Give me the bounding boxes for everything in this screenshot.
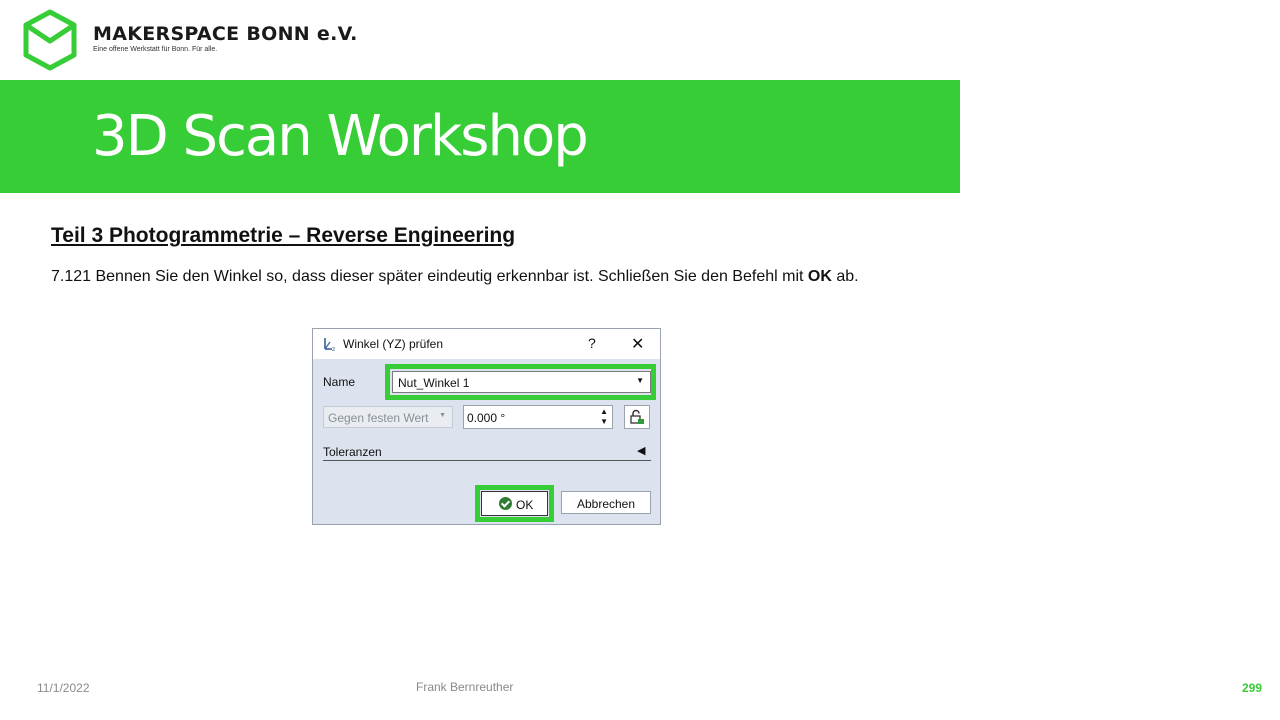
comparison-mode-combobox: Gegen festen Wert ▼ <box>323 406 453 428</box>
angle-value-input[interactable]: 0.000 ° ▲ ▼ <box>463 405 613 429</box>
section-title: Teil 3 Photogrammetrie – Reverse Enginee… <box>51 224 516 247</box>
name-label: Name <box>323 375 356 389</box>
slide-title: 3D Scan Workshop <box>92 104 589 169</box>
chevron-down-icon[interactable]: ▼ <box>636 376 644 385</box>
dialog-titlebar: z Winkel (YZ) prüfen ? ✕ <box>313 329 660 359</box>
dialog-title: Winkel (YZ) prüfen <box>343 337 444 351</box>
spin-down-icon[interactable]: ▼ <box>600 417 608 426</box>
help-button[interactable]: ? <box>588 335 596 351</box>
angle-value: 0.000 ° <box>467 411 506 425</box>
cancel-button-label: Abbrechen <box>576 497 636 511</box>
tolerances-divider <box>323 460 651 461</box>
expand-tolerances-icon[interactable]: ◀ <box>637 444 645 457</box>
instruction-suffix: ab. <box>831 268 859 285</box>
name-combobox[interactable]: Nut_Winkel 1 ▼ <box>392 371 651 393</box>
angle-check-dialog: z Winkel (YZ) prüfen ? ✕ Name Nut_Winkel… <box>312 328 661 525</box>
name-value: Nut_Winkel 1 <box>398 376 470 390</box>
spin-up-icon[interactable]: ▲ <box>600 407 608 416</box>
tolerances-label: Toleranzen <box>323 445 382 459</box>
lock-toggle-button[interactable] <box>624 405 650 429</box>
mode-value: Gegen festen Wert <box>328 411 429 425</box>
ok-button[interactable]: OK <box>481 491 548 516</box>
instruction-text: 7.121 Bennen Sie den Winkel so, dass die… <box>51 268 859 286</box>
instruction-emphasis: OK <box>807 268 832 285</box>
close-button[interactable]: ✕ <box>631 334 644 354</box>
page-number: 299 <box>1242 681 1263 695</box>
ok-button-label: OK <box>516 498 534 512</box>
angle-yz-icon: z <box>324 338 335 352</box>
unlock-icon <box>630 409 644 424</box>
instruction-main: 7.121 Bennen Sie den Winkel so, dass die… <box>51 268 808 285</box>
cancel-button[interactable]: Abbrechen <box>561 491 651 514</box>
chevron-down-icon: ▼ <box>439 412 446 419</box>
makerspace-logo-icon <box>23 9 77 71</box>
footer-author: Frank Bernreuther <box>416 680 514 694</box>
brand-tagline: Eine offene Werkstatt für Bonn. Für alle… <box>93 46 218 53</box>
brand-name: MAKERSPACE BONN e.V. <box>93 23 358 45</box>
svg-text:z: z <box>332 346 335 352</box>
checkmark-icon <box>499 497 512 510</box>
footer-date: 11/1/2022 <box>37 681 90 695</box>
